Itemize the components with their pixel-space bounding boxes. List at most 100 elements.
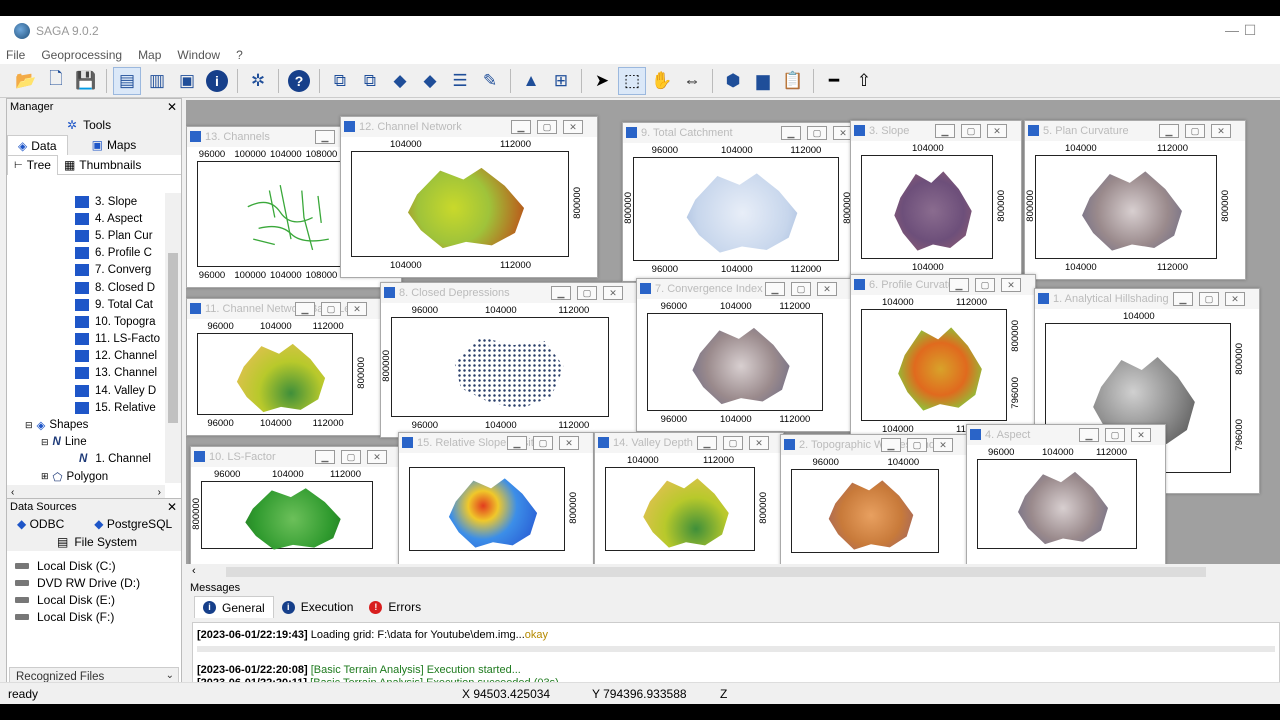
properties-icon[interactable]: ▥ <box>143 67 171 95</box>
minimize-icon[interactable]: ▁ <box>1173 292 1193 306</box>
maximize-icon[interactable]: ▢ <box>791 282 811 296</box>
map-window-title[interactable]: 2. Topographic Wetness Index ▁ ▢ ✕ <box>781 435 967 455</box>
maximize-icon[interactable]: ▢ <box>1185 124 1205 138</box>
tree-polygon-node[interactable]: ⊞ ⬠ Polygon <box>7 468 165 483</box>
data-sources-icon[interactable]: ▣ <box>173 67 201 95</box>
map-window-title[interactable]: 5. Plan Curvature ▁ ▢ ✕ <box>1025 121 1245 141</box>
tools-gear-icon[interactable]: ✲ <box>244 67 272 95</box>
layer-select-icon[interactable]: ☰ <box>446 67 474 95</box>
map-window[interactable]: 12. Channel Network ▁ ▢ ✕ 104000 112000 104000… <box>340 116 598 278</box>
maximize-icon[interactable]: ▢ <box>961 124 981 138</box>
minimize-icon[interactable]: ▁ <box>697 436 717 450</box>
minimize-icon[interactable]: ▁ <box>507 436 527 450</box>
tab-errors[interactable]: ! Errors <box>361 596 429 618</box>
layout-icon[interactable]: ⊞ <box>547 67 575 95</box>
maximize-icon[interactable]: ▢ <box>341 450 361 464</box>
disk-item[interactable]: Local Disk (F:) <box>7 608 181 625</box>
maximize-icon[interactable]: ▢ <box>321 302 341 316</box>
tree-grid-item[interactable]: 4. Aspect <box>7 210 165 227</box>
scrollbar-thumb[interactable] <box>168 253 178 423</box>
map-window-title[interactable]: 6. Profile Curvature ▁ ▢ ✕ <box>851 275 1035 295</box>
map-window-title[interactable]: 7. Convergence Index ▁ ▢ ✕ <box>637 279 851 299</box>
close-icon[interactable]: ✕ <box>987 124 1007 138</box>
menu-window[interactable]: Window <box>177 48 220 62</box>
info-icon[interactable]: i <box>206 69 228 92</box>
map-window-title[interactable]: 3. Slope ▁ ▢ ✕ <box>851 121 1021 141</box>
scrollbar-thumb[interactable] <box>226 567 1206 577</box>
tree-grid-item[interactable]: 8. Closed D <box>7 279 165 296</box>
layer-top-icon[interactable]: ◆ <box>386 67 414 95</box>
menu-geoprocessing[interactable]: Geoprocessing <box>41 48 122 62</box>
tab-odbc[interactable]: ◆ ODBC <box>17 517 64 531</box>
minimize-icon[interactable]: ▁ <box>781 126 801 140</box>
tree-grid-item[interactable]: 13. Channel <box>7 365 165 382</box>
maximize-icon[interactable]: ▢ <box>1199 292 1219 306</box>
map-window[interactable]: 6. Profile Curvature ▁ ▢ ✕ 104000 112000 10400… <box>850 274 1036 442</box>
close-icon[interactable]: ✕ <box>167 99 177 115</box>
tree-grid-item[interactable]: 6. Profile C <box>7 245 165 262</box>
tree-grid-item[interactable]: 15. Relative <box>7 399 165 416</box>
tree-grid-item[interactable]: 11. LS-Facto <box>7 331 165 348</box>
map-window[interactable]: 2. Topographic Wetness Index ▁ ▢ ✕ 96000 1040… <box>780 434 968 564</box>
zoom-box-icon[interactable]: ⬚ <box>618 66 646 95</box>
maximize-icon[interactable]: ▢ <box>1105 428 1125 442</box>
minimize-icon[interactable]: ▁ <box>315 450 335 464</box>
map-window-title[interactable]: 11. Channel Network Base Level ▁ ▢ ✕ <box>187 299 381 319</box>
minimize-icon[interactable]: ▁ <box>511 120 531 134</box>
map-window[interactable]: 14. Valley Depth ▁ ▢ ✕ 104000 112000 800000 <box>594 432 784 564</box>
tree-grid-item[interactable]: 14. Valley D <box>7 382 165 399</box>
disk-item[interactable]: Local Disk (E:) <box>7 591 181 608</box>
map-window[interactable]: 4. Aspect ▁ ▢ ✕ 96000 104000 112000 <box>966 424 1166 564</box>
minimize-icon[interactable]: ▁ <box>551 286 571 300</box>
maximize-icon[interactable]: ▢ <box>807 126 827 140</box>
map-window-title[interactable]: 15. Relative Slope Position ▁ ▢ ✕ <box>399 433 593 453</box>
maximize-icon[interactable]: ▢ <box>975 278 995 292</box>
minimize-icon[interactable]: — <box>1224 22 1240 38</box>
tab-file-system[interactable]: ▤ File System <box>7 533 181 551</box>
scroll-left-icon[interactable]: ‹ <box>11 487 14 498</box>
tab-general[interactable]: i General <box>194 596 274 618</box>
new-file-icon[interactable]: 🗋 <box>42 67 70 95</box>
map-window-title[interactable]: 8. Closed Depressions ▁ ▢ ✕ <box>381 283 637 303</box>
save-icon[interactable]: 💾 <box>72 67 100 95</box>
tab-execution[interactable]: i Execution <box>274 596 362 618</box>
layer-edit-icon[interactable]: ✎ <box>476 67 504 95</box>
map-window-title[interactable]: 9. Total Catchment ▁ ▢ ✕ <box>623 123 867 143</box>
messages-log[interactable]: [2023-06-01/22:19:43] Loading grid: F:\d… <box>192 622 1280 690</box>
help-icon[interactable]: ? <box>288 69 310 92</box>
tree-shapes-node[interactable]: ⊟ ◈ Shapes <box>7 416 165 433</box>
pointer-icon[interactable]: ➤ <box>588 67 616 95</box>
map-window[interactable]: 15. Relative Slope Position ▁ ▢ ✕ 800000 <box>398 432 594 564</box>
workspace-horizontal-scrollbar[interactable]: ‹ <box>186 564 1280 580</box>
maximize-icon[interactable]: ▢ <box>577 286 597 300</box>
manager-toggle-icon[interactable]: ▤ <box>113 66 141 95</box>
map-window[interactable]: 5. Plan Curvature ▁ ▢ ✕ 104000 112000 104000 11… <box>1024 120 1246 280</box>
map-3d-view-icon[interactable]: ⬢ <box>719 67 747 95</box>
close-icon[interactable]: ✕ <box>167 499 177 515</box>
tree-grid-item[interactable]: 5. Plan Cur <box>7 227 165 244</box>
tree-line-item[interactable]: N 1. Channel <box>7 451 165 468</box>
minimize-icon[interactable]: ▁ <box>1079 428 1099 442</box>
layer-up-icon[interactable]: ⧉ <box>326 67 354 95</box>
tab-thumbnails[interactable]: ▦ Thumbnails <box>58 155 147 175</box>
minimize-icon[interactable]: ▁ <box>935 124 955 138</box>
menu-help[interactable]: ? <box>236 48 243 62</box>
close-icon[interactable]: ✕ <box>1211 124 1231 138</box>
scroll-left-icon[interactable]: ‹ <box>192 565 196 577</box>
close-icon[interactable]: ✕ <box>749 436 769 450</box>
map-window-title[interactable]: 4. Aspect ▁ ▢ ✕ <box>967 425 1165 445</box>
close-icon[interactable]: ✕ <box>817 282 837 296</box>
clipboard-icon[interactable]: 📋 <box>779 67 807 95</box>
layer-bottom-icon[interactable]: ◆ <box>416 67 444 95</box>
close-icon[interactable]: ✕ <box>367 450 387 464</box>
scroll-right-icon[interactable]: › <box>158 487 161 498</box>
disk-item[interactable]: Local Disk (C:) <box>7 557 181 574</box>
menu-map[interactable]: Map <box>138 48 161 62</box>
layer-down-icon[interactable]: ⧉ <box>356 67 384 95</box>
close-icon[interactable]: ✕ <box>563 120 583 134</box>
maximize-icon[interactable]: ▢ <box>533 436 553 450</box>
map-3d-icon[interactable]: ▲ <box>517 67 545 95</box>
tab-data[interactable]: ◈ Data <box>7 135 68 155</box>
minimize-icon[interactable]: ▁ <box>881 438 901 452</box>
close-icon[interactable]: ✕ <box>347 302 367 316</box>
